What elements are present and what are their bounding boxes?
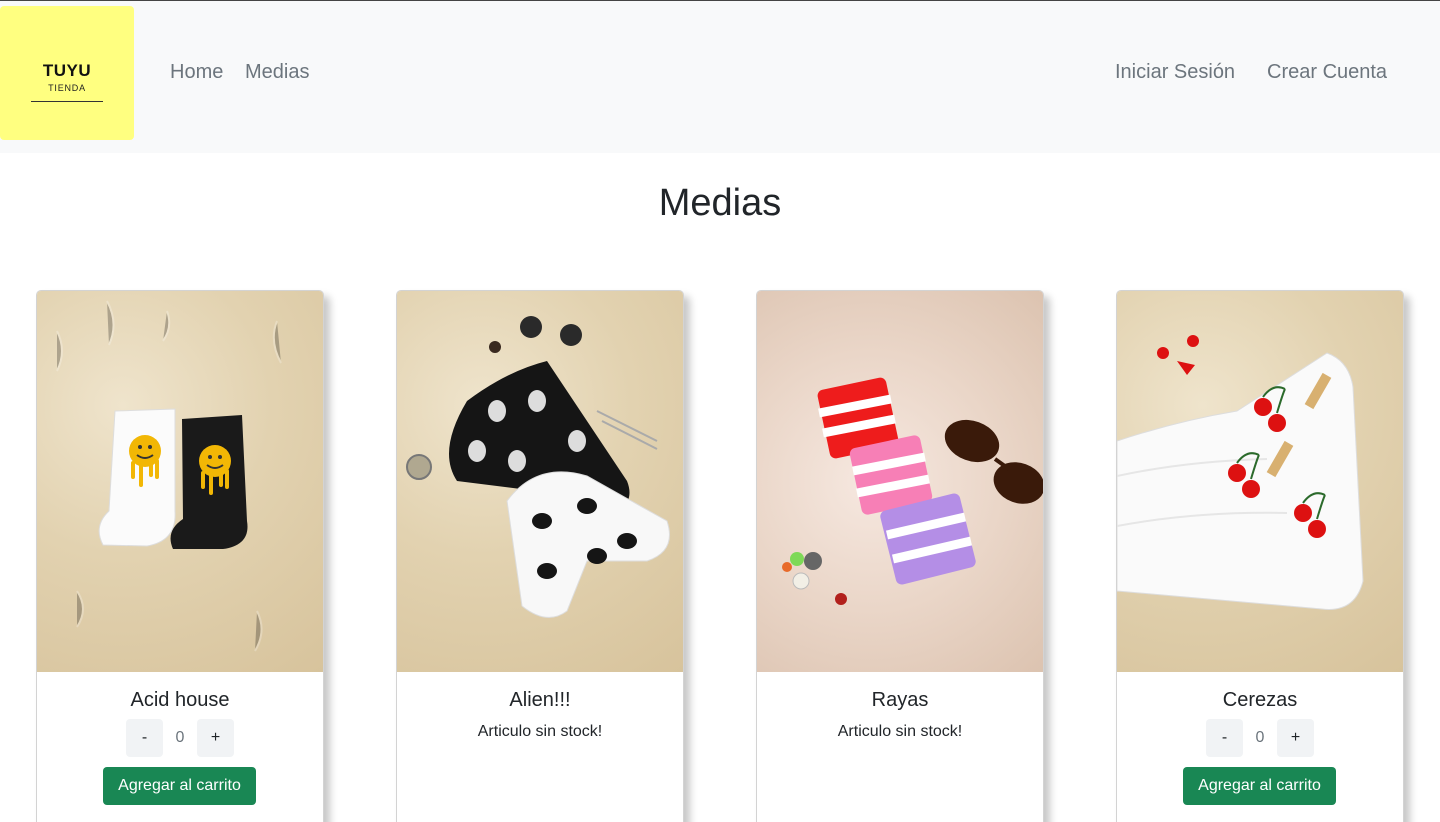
nav-signup-link[interactable]: Crear Cuenta xyxy=(1267,61,1387,84)
product-card-alien: Alien!!! Articulo sin stock! xyxy=(396,290,684,822)
product-title: Acid house xyxy=(130,689,230,711)
brand-tagline: TIENDA xyxy=(48,83,86,93)
socks-illustration xyxy=(406,316,670,618)
page-title: Medias xyxy=(658,182,782,224)
nav-login-link[interactable]: Iniciar Sesión xyxy=(1115,61,1235,84)
product-card-acid-house: Acid house - 0 + Agregar al carrito xyxy=(36,290,324,822)
quantity-stepper: - 0 + xyxy=(1206,719,1314,757)
quantity-value: 0 xyxy=(1255,729,1265,746)
product-image-rayas xyxy=(757,291,1043,672)
nav-medias-link[interactable]: Medias xyxy=(245,61,309,84)
decrease-quantity-button[interactable]: - xyxy=(126,719,163,757)
brand-name: TUYU xyxy=(42,61,92,80)
product-title: Alien!!! xyxy=(509,689,571,711)
product-image-cerezas xyxy=(1117,291,1403,672)
out-of-stock-message: Articulo sin stock! xyxy=(477,723,603,740)
brand-underline xyxy=(31,101,103,102)
product-image-acid-house xyxy=(37,291,323,672)
product-title: Rayas xyxy=(871,689,929,711)
product-card-rayas: Rayas Articulo sin stock! xyxy=(756,290,1044,822)
decrease-quantity-button[interactable]: - xyxy=(1206,719,1243,757)
socks-illustration xyxy=(782,377,1043,605)
quantity-stepper: - 0 + xyxy=(126,719,234,757)
increase-quantity-button[interactable]: + xyxy=(197,719,234,757)
brand-logo[interactable]: TUYU TIENDA xyxy=(0,6,134,140)
socks-illustration xyxy=(1117,335,1364,610)
navbar: TUYU TIENDA Home Medias Iniciar Sesión C… xyxy=(0,1,1440,153)
out-of-stock-message: Articulo sin stock! xyxy=(837,723,963,740)
nav-home-link[interactable]: Home xyxy=(170,61,223,84)
product-card-cerezas: Cerezas - 0 + Agregar al carrito xyxy=(1116,290,1404,822)
quantity-value: 0 xyxy=(175,729,185,746)
add-to-cart-button[interactable]: Agregar al carrito xyxy=(1183,767,1336,805)
add-to-cart-button[interactable]: Agregar al carrito xyxy=(103,767,256,805)
product-title: Cerezas xyxy=(1222,689,1298,711)
increase-quantity-button[interactable]: + xyxy=(1277,719,1314,757)
product-image-alien xyxy=(397,291,683,672)
socks-illustration xyxy=(56,300,282,652)
